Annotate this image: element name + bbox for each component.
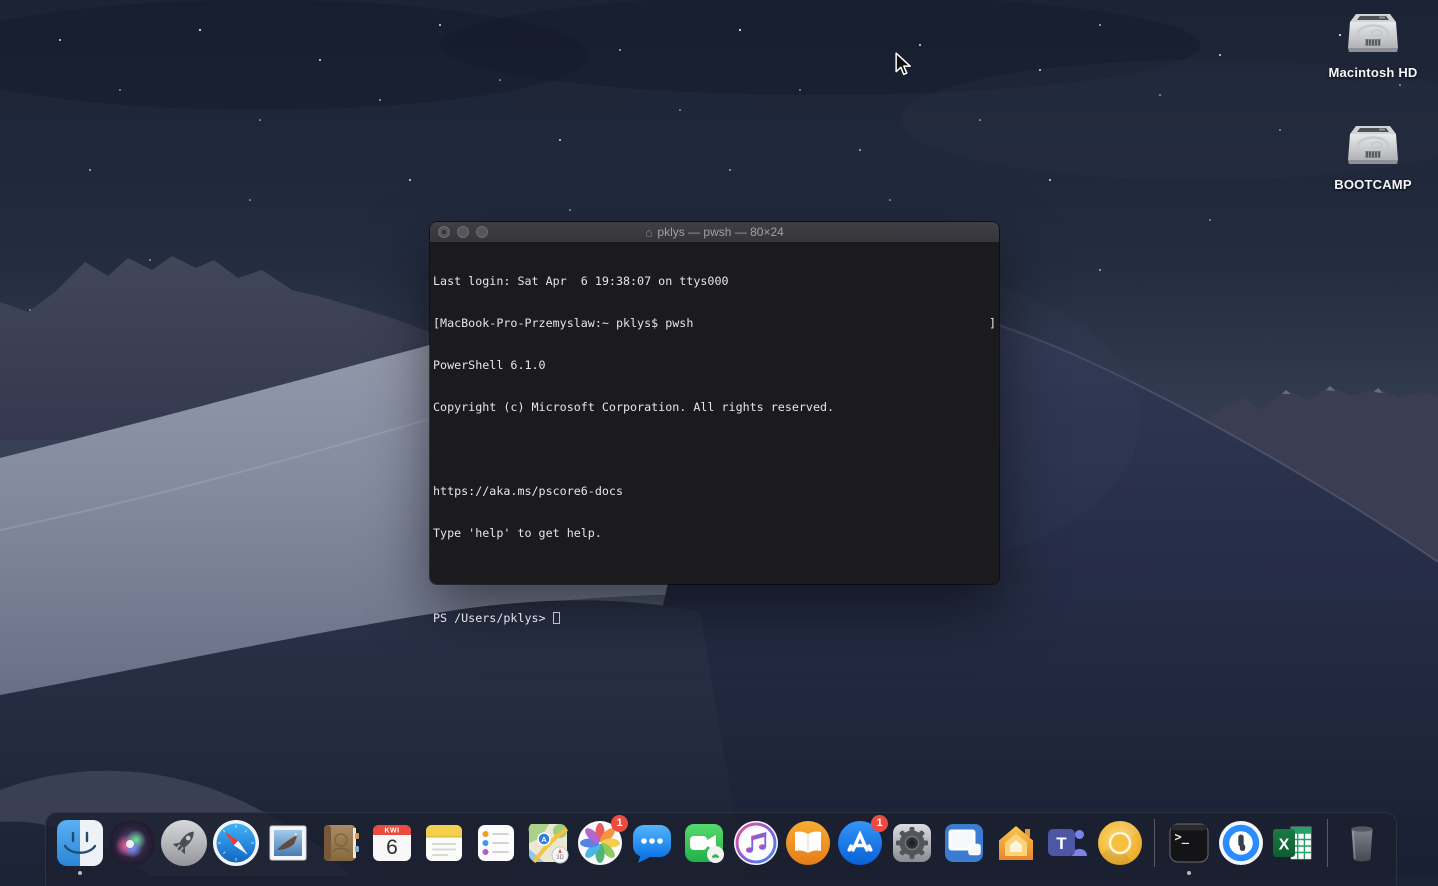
dock-separator: [1327, 819, 1328, 867]
books-icon: [784, 819, 832, 867]
itunes-music-icon: [732, 819, 780, 867]
finder-icon: [56, 819, 104, 867]
messages-bubble-icon: [628, 819, 676, 867]
terminal-output-line: [433, 568, 996, 582]
calendar-icon: KWI 6: [368, 819, 416, 867]
dock-item-maps[interactable]: A 3D: [524, 819, 572, 867]
close-button[interactable]: [438, 226, 450, 238]
dock-item-finder[interactable]: [56, 819, 104, 867]
chrome-canary-icon: [1096, 819, 1144, 867]
dock-item-chrome-canary[interactable]: [1096, 819, 1144, 867]
teams-letter: T: [1056, 834, 1067, 853]
excel-letter: X: [1279, 837, 1290, 854]
dock-item-terminal[interactable]: >_: [1165, 819, 1213, 867]
dock-item-microsoft-teams[interactable]: T: [1044, 819, 1092, 867]
terminal-cursor: [553, 612, 560, 624]
mail-stamp-icon: [264, 819, 312, 867]
dock-item-photos[interactable]: 1: [576, 819, 624, 867]
dock-item-mail[interactable]: [264, 819, 312, 867]
dock-item-itunes[interactable]: [732, 819, 780, 867]
svg-text:A: A: [541, 835, 547, 844]
terminal-output-line: [433, 442, 996, 456]
desktop-icon-bootcamp[interactable]: BOOTCAMP: [1313, 120, 1433, 192]
window-title: ⌂pklys — pwsh — 80×24: [430, 225, 999, 239]
dock-item-safari[interactable]: [212, 819, 260, 867]
notes-icon: [420, 819, 468, 867]
screen-sharing-displays-icon: [940, 819, 988, 867]
notification-badge: 1: [611, 815, 628, 832]
dock-item-contacts[interactable]: [316, 819, 364, 867]
drive-label: BOOTCAMP: [1334, 177, 1411, 192]
dock-item-siri[interactable]: [108, 819, 156, 867]
home-house-icon: [992, 819, 1040, 867]
drive-label: Macintosh HD: [1328, 65, 1417, 80]
contacts-book-icon: [316, 819, 364, 867]
terminal-output-line: Last login: Sat Apr 6 19:38:07 on ttys00…: [433, 274, 996, 288]
terminal-output-line: Copyright (c) Microsoft Corporation. All…: [433, 400, 996, 414]
desktop-icon-macintosh-hd[interactable]: Macintosh HD: [1313, 8, 1433, 80]
dock-item-launchpad[interactable]: [160, 819, 208, 867]
terminal-glyph: >_: [1175, 830, 1190, 845]
running-indicator: [78, 871, 82, 875]
safari-compass-icon: [212, 819, 260, 867]
dock-item-microsoft-excel[interactable]: X: [1269, 819, 1317, 867]
teams-icon: T: [1044, 819, 1092, 867]
terminal-window: ⌂pklys — pwsh — 80×24 Last login: Sat Ap…: [430, 222, 999, 584]
dock-item-app-store[interactable]: 1: [836, 819, 884, 867]
minimize-button[interactable]: [457, 226, 469, 238]
launchpad-rocket-icon: [160, 819, 208, 867]
terminal-prompt-line: PS /Users/pklys>: [433, 610, 996, 624]
calendar-month: KWI: [384, 828, 399, 835]
dock: KWI 6 A: [45, 812, 1397, 886]
dock-item-screen-sharing[interactable]: [940, 819, 988, 867]
terminal-output-line: PowerShell 6.1.0: [433, 358, 996, 372]
dock-separator: [1154, 819, 1155, 867]
dock-item-calendar[interactable]: KWI 6: [368, 819, 416, 867]
calendar-day: 6: [386, 836, 398, 859]
dock-item-facetime[interactable]: [680, 819, 728, 867]
maps-icon: A 3D: [524, 819, 572, 867]
terminal-output-line: Type 'help' to get help.: [433, 526, 996, 540]
trash-icon: [1338, 819, 1386, 867]
dock-item-books[interactable]: [784, 819, 832, 867]
hard-drive-icon: [1344, 8, 1402, 58]
home-proxy-icon: ⌂: [645, 226, 652, 240]
terminal-output-line: [MacBook-Pro-Przemyslaw:~ pklys$ pwsh]: [433, 316, 996, 330]
dock-item-system-preferences[interactable]: [888, 819, 936, 867]
excel-icon: X: [1269, 819, 1317, 867]
reminders-icon: [472, 819, 520, 867]
terminal-mark-right: ]: [989, 316, 996, 330]
dock-item-messages[interactable]: [628, 819, 676, 867]
notification-badge: 1: [871, 815, 888, 832]
siri-icon: [108, 819, 156, 867]
dock-item-notes[interactable]: [420, 819, 468, 867]
dock-item-1password[interactable]: [1217, 819, 1265, 867]
dock-item-trash[interactable]: [1338, 819, 1386, 867]
terminal-content[interactable]: Last login: Sat Apr 6 19:38:07 on ttys00…: [430, 242, 999, 584]
terminal-app-icon: >_: [1165, 819, 1213, 867]
zoom-button[interactable]: [476, 226, 488, 238]
terminal-output-line: https://aka.ms/pscore6-docs: [433, 484, 996, 498]
maps-3d-badge: 3D: [556, 855, 564, 861]
facetime-camera-icon: [680, 819, 728, 867]
system-preferences-gear-icon: [888, 819, 936, 867]
1password-icon: [1217, 819, 1265, 867]
prompt-text: PS /Users/pklys>: [433, 611, 553, 625]
hard-drive-icon: [1344, 120, 1402, 170]
window-titlebar[interactable]: ⌂pklys — pwsh — 80×24: [430, 222, 999, 243]
dock-item-reminders[interactable]: [472, 819, 520, 867]
running-indicator: [1187, 871, 1191, 875]
dock-item-home[interactable]: [992, 819, 1040, 867]
